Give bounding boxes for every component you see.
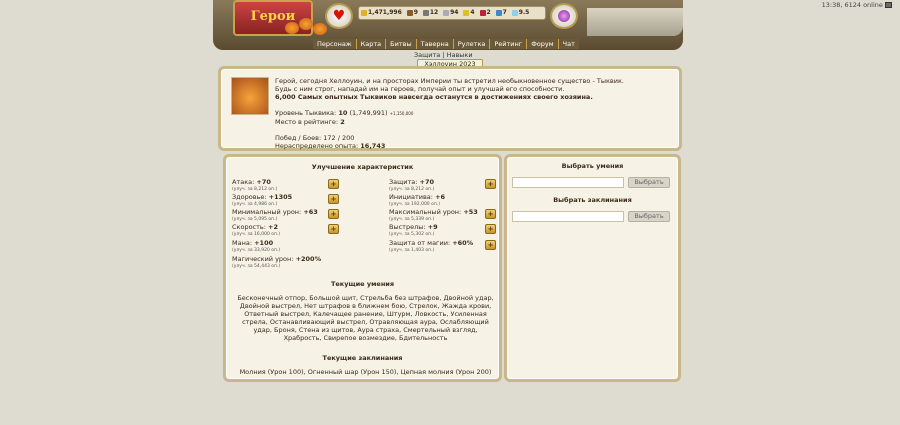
choose-skill-title: Выбрать умения: [561, 162, 624, 170]
city-banner: [587, 8, 683, 36]
hero-panel: Герой, сегодня Хеллоуин, и на просторах …: [218, 66, 682, 151]
pumpkin-creature-avatar: [231, 77, 269, 115]
health-heart-icon[interactable]: ♥: [325, 3, 353, 29]
resource-gems: 7: [495, 9, 507, 16]
nav-item-rating[interactable]: Рейтинг: [490, 39, 528, 49]
upgrade-shots-button[interactable]: +: [485, 224, 496, 234]
upgrade-health-button[interactable]: +: [328, 194, 339, 204]
nav-item-map[interactable]: Карта: [356, 39, 387, 49]
hero-line-1: Герой, сегодня Хеллоуин, и на просторах …: [275, 77, 624, 85]
skills-title: Текущие умения: [330, 280, 395, 288]
stat-max-damage: Максимальный урон: +53 (улуч. за 5,339 оп…: [389, 208, 478, 223]
upgrade-max-damage-button[interactable]: +: [485, 209, 496, 219]
spell-select[interactable]: [512, 211, 624, 222]
diamond-icon: [511, 9, 518, 16]
nav-item-roulette[interactable]: Рулетка: [453, 39, 491, 49]
pumpkin-icon: [299, 18, 313, 30]
mana-orb-icon[interactable]: [550, 3, 578, 29]
resource-crystal: 2: [479, 9, 491, 16]
unspent-row: Нераспределено опыта: 16,743: [275, 142, 386, 150]
ore-icon: [422, 9, 429, 16]
nav-item-tavern[interactable]: Таверна: [416, 39, 454, 49]
level-row: Уровень Тыквика: 10 (1,749,991) +1,150,0…: [275, 109, 414, 117]
stat-magic-damage: Магический урон: +200% (улуч. за 54,443 о…: [232, 255, 322, 270]
upgrades-title: Улучшение характеристик: [311, 163, 414, 171]
wins-row: Побед / Боев: 172 / 200: [275, 134, 355, 142]
spells-title: Текущие заклинания: [322, 354, 403, 362]
resource-diamonds: 9.5: [511, 9, 529, 16]
wood-icon: [406, 9, 413, 16]
upgrade-magic-defense-button[interactable]: +: [485, 240, 496, 250]
resource-ore: 12: [422, 9, 438, 16]
stat-magic-defense: Защита от магии: +60% (улуч. за 1,403 оп.…: [389, 239, 474, 254]
time-online: 13:38, 6124 online: [822, 1, 892, 9]
nav-item-character[interactable]: Персонаж: [313, 39, 357, 49]
resources-bar: 1,471,996 9 12 94 4 2 7 9.5: [358, 6, 546, 20]
rank-row: Место в рейтинге: 2: [275, 118, 345, 126]
gold-icon: [361, 9, 367, 16]
resource-wood: 9: [406, 9, 418, 16]
resource-sulfur: 4: [463, 9, 475, 16]
crystal-icon: [479, 9, 486, 16]
upgrade-attack-button[interactable]: +: [328, 179, 339, 189]
resource-gold: 1,471,996: [361, 9, 402, 16]
resource-mercury: 94: [443, 9, 458, 16]
upgrade-min-damage-button[interactable]: +: [328, 209, 339, 219]
nav-item-chat[interactable]: Чат: [558, 39, 579, 49]
spells-list: Молния (Урон 100), Огненный шар (Урон 15…: [239, 368, 492, 376]
nav-item-battles[interactable]: Битвы: [386, 39, 417, 49]
sulfur-icon: [463, 9, 470, 16]
stat-shots: Выстрелы: +9 (улуч. за 5,302 оп.): [389, 223, 438, 238]
pumpkin-icon: [313, 23, 327, 35]
nav-item-forum[interactable]: Форум: [527, 39, 559, 49]
hero-line-2: Будь с ним строг, нападай им на героев, …: [275, 85, 565, 93]
gems-icon: [495, 9, 502, 16]
hero-description: Герой, сегодня Хеллоуин, и на просторах …: [275, 77, 624, 150]
choose-spell-title: Выбрать заклинания: [553, 196, 632, 204]
stat-speed: Скорость: +2 (улуч. за 16,000 оп.): [232, 223, 281, 238]
choose-panel: Выбрать умения Выбрать Выбрать заклинани…: [504, 154, 681, 382]
sub-nav[interactable]: Защита | Навыки: [414, 51, 473, 59]
upgrade-defense-button[interactable]: +: [485, 179, 496, 189]
skill-select[interactable]: [512, 177, 624, 188]
stat-min-damage: Минимальный урон: +63 (улуч. за 5,095 оп.…: [232, 208, 318, 223]
stat-health: Здоровье: +1305 (улуч. за 4,986 оп.): [232, 193, 293, 208]
skills-list: Бесконечный отпор, Большой щит, Стрельба…: [237, 294, 494, 342]
stat-attack: Атака: +70 (улуч. за 8,212 оп.): [232, 178, 278, 193]
choose-spell-button[interactable]: Выбрать: [628, 211, 670, 222]
stat-mana: Мана: +100 (улуч. за 33,920 оп.): [232, 239, 281, 254]
pumpkin-icon: [285, 22, 299, 34]
upgrade-speed-button[interactable]: +: [328, 224, 339, 234]
stat-initiative: Инициатива: +6 (улуч. за 192,000 оп.): [389, 193, 446, 208]
mercury-icon: [443, 9, 450, 16]
monitor-icon: [885, 2, 892, 8]
upgrades-panel: Улучшение характеристик Атака: +70 (улуч.…: [223, 154, 502, 382]
main-nav: Персонаж Карта Битвы Таверна Рулетка Рей…: [313, 39, 579, 49]
choose-skill-button[interactable]: Выбрать: [628, 177, 670, 188]
hero-line-3: 6,000 Самых опытных Тыквиков навсегда ос…: [275, 93, 593, 101]
stat-defense: Защита: +70 (улуч. за 8,212 оп.): [389, 178, 435, 193]
